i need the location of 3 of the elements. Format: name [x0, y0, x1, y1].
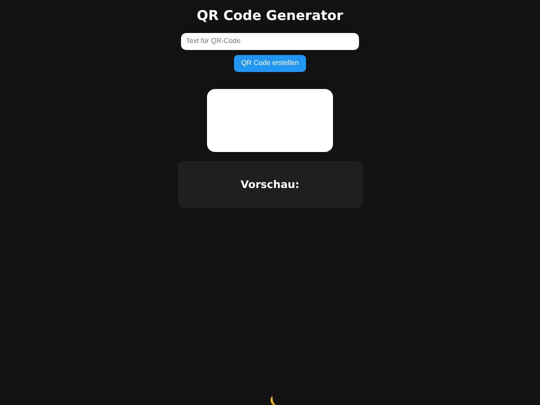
moon-icon[interactable]: [268, 396, 277, 405]
page-title: QR Code Generator: [196, 8, 344, 25]
preview-heading: Vorschau:: [240, 178, 300, 190]
